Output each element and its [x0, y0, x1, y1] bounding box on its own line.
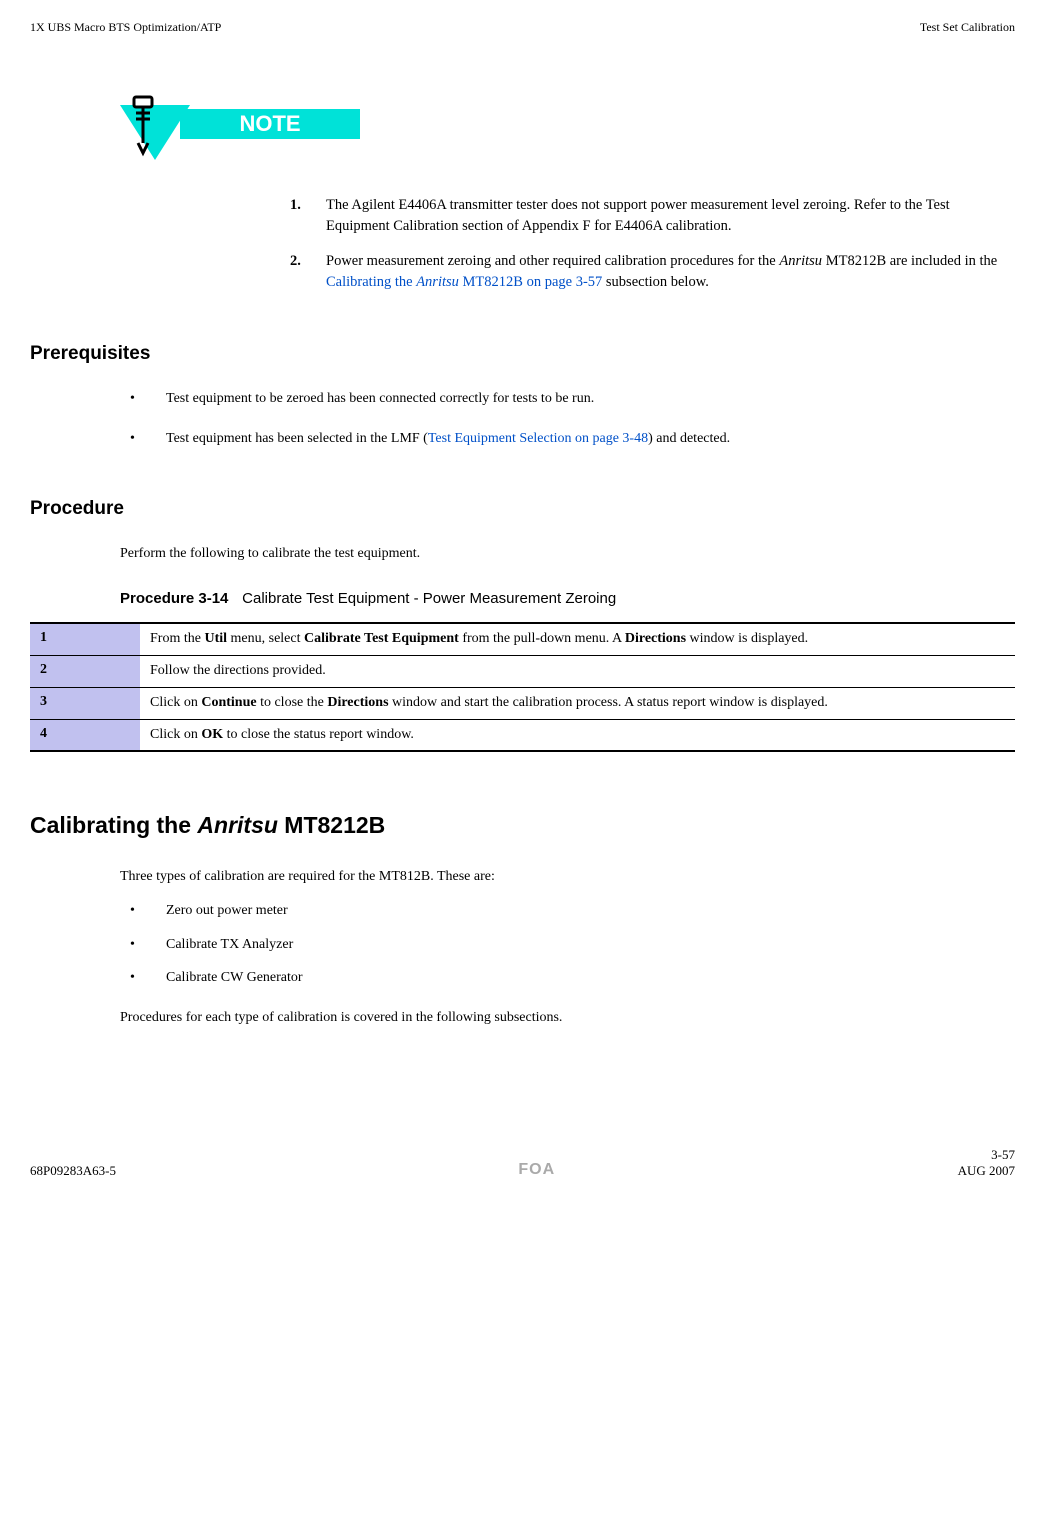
note-icon: NOTE: [120, 95, 360, 165]
note-number: 1.: [290, 195, 326, 237]
note-text: Power measurement zeroing and other requ…: [326, 251, 1015, 293]
heading-procedure: Procedure: [30, 498, 1015, 520]
footer-page: 3-57: [958, 1147, 1015, 1163]
header-right: Test Set Calibration: [920, 20, 1015, 35]
step-desc: From the Util menu, select Calibrate Tes…: [140, 623, 1015, 655]
note-item-2: 2. Power measurement zeroing and other r…: [290, 251, 1015, 293]
note-item-1: 1. The Agilent E4406A transmitter tester…: [290, 195, 1015, 237]
footer-date: AUG 2007: [958, 1163, 1015, 1179]
table-row: 1 From the Util menu, select Calibrate T…: [30, 623, 1015, 655]
step-desc: Click on Continue to close the Direction…: [140, 687, 1015, 719]
footer-center: FOA: [116, 1161, 958, 1179]
heading-prerequisites: Prerequisites: [30, 343, 1015, 365]
step-number: 2: [30, 655, 140, 687]
procedure-title: Calibrate Test Equipment - Power Measure…: [242, 590, 616, 607]
prereq-item-2: Test equipment has been selected in the …: [130, 429, 1015, 449]
step-number: 4: [30, 719, 140, 751]
calibrating-intro: Three types of calibration are required …: [120, 867, 1015, 887]
heading-calibrating-anritsu: Calibrating the Anritsu MT8212B: [30, 812, 1015, 839]
table-row: 4 Click on OK to close the status report…: [30, 719, 1015, 751]
procedure-label: Procedure 3-14: [120, 590, 228, 607]
table-row: 2 Follow the directions provided.: [30, 655, 1015, 687]
cal-item-1: Zero out power meter: [130, 901, 1015, 921]
footer-left: 68P09283A63-5: [30, 1163, 116, 1179]
note-block: NOTE 1. The Agilent E4406A transmitter t…: [120, 95, 1015, 293]
step-number: 3: [30, 687, 140, 719]
note-label: NOTE: [239, 111, 300, 136]
cal-item-3: Calibrate CW Generator: [130, 968, 1015, 988]
note-number: 2.: [290, 251, 326, 293]
link-test-equipment-selection[interactable]: Test Equipment Selection on page 3-48: [428, 431, 648, 446]
step-desc: Click on OK to close the status report w…: [140, 719, 1015, 751]
note-text: The Agilent E4406A transmitter tester do…: [326, 195, 1015, 237]
procedure-intro: Perform the following to calibrate the t…: [120, 544, 1015, 564]
prereq-item-1: Test equipment to be zeroed has been con…: [130, 389, 1015, 409]
step-desc: Follow the directions provided.: [140, 655, 1015, 687]
header-left: 1X UBS Macro BTS Optimization/ATP: [30, 20, 221, 35]
table-row: 3 Click on Continue to close the Directi…: [30, 687, 1015, 719]
cal-item-2: Calibrate TX Analyzer: [130, 935, 1015, 955]
link-calibrating-anritsu[interactable]: Calibrating the Anritsu MT8212B on page …: [326, 274, 602, 290]
procedure-table: 1 From the Util menu, select Calibrate T…: [30, 622, 1015, 753]
step-number: 1: [30, 623, 140, 655]
calibrating-outro: Procedures for each type of calibration …: [120, 1008, 1015, 1028]
